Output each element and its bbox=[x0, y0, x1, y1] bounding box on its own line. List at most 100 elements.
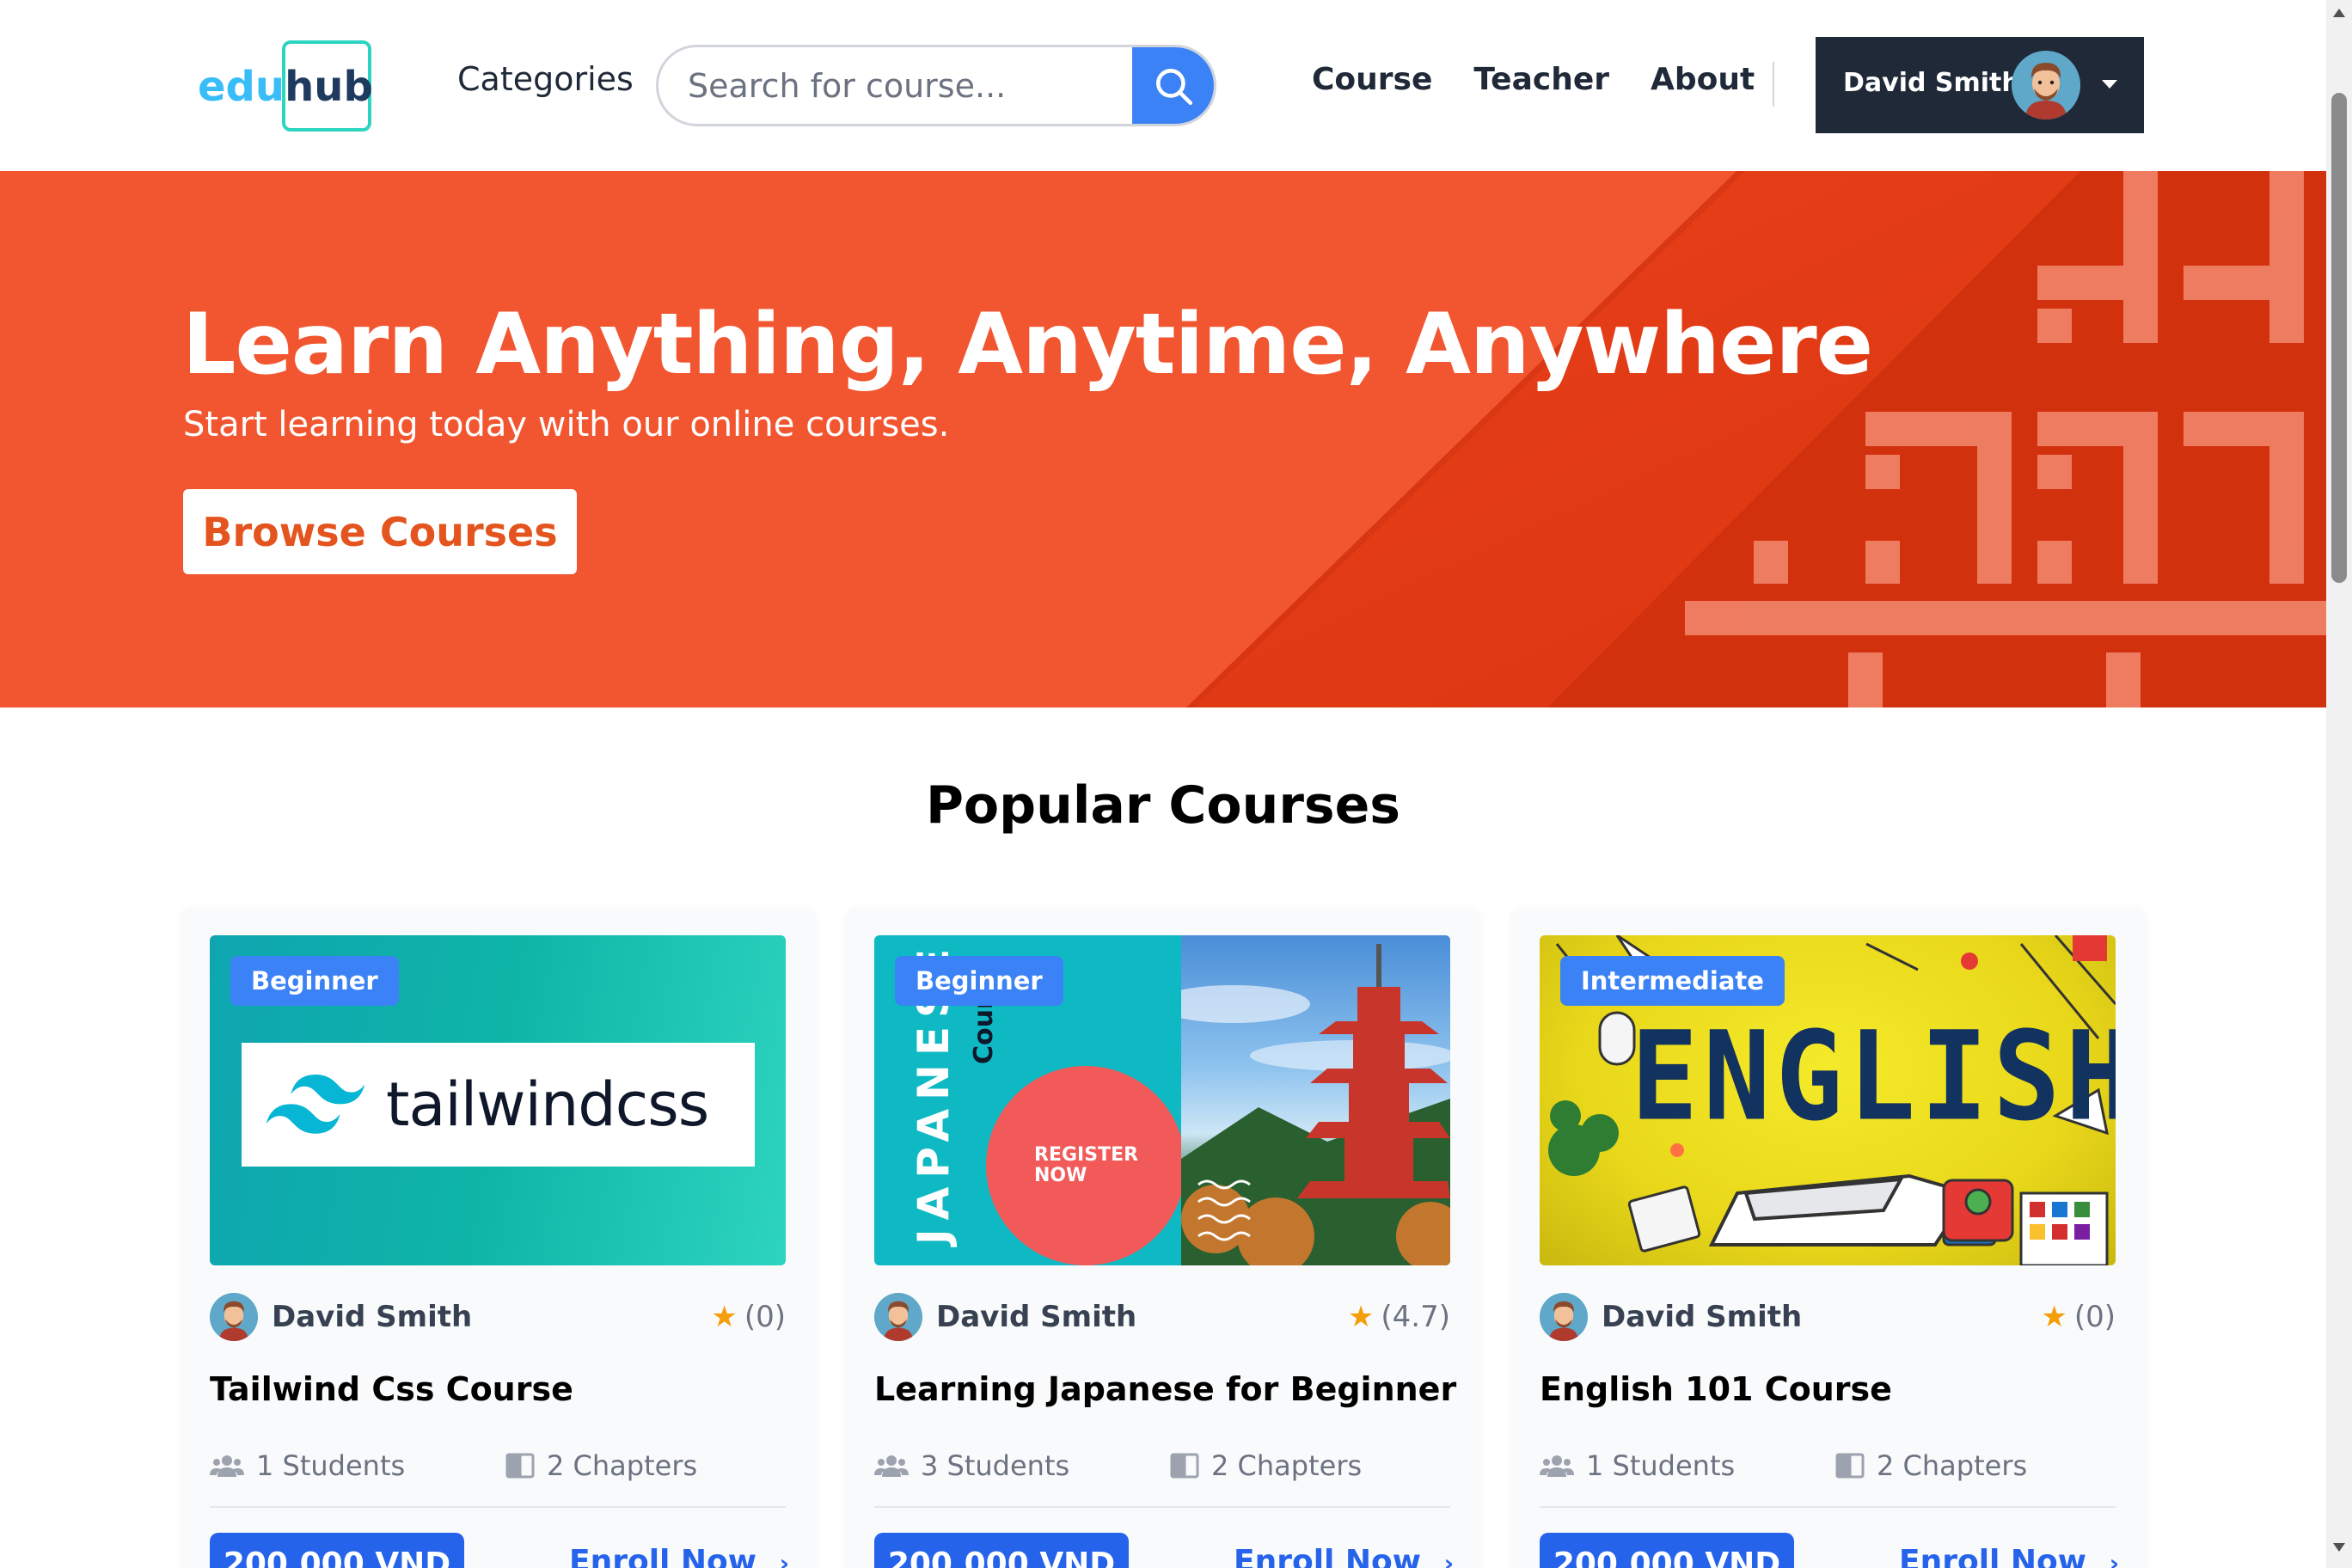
nav-teacher[interactable]: Teacher bbox=[1473, 62, 1609, 97]
search-bar bbox=[656, 45, 1216, 126]
nav-course[interactable]: Course bbox=[1312, 62, 1432, 97]
user-menu-button[interactable]: David Smith bbox=[1816, 37, 2144, 133]
author-name[interactable]: David Smith bbox=[272, 1300, 472, 1334]
book-icon bbox=[505, 1453, 535, 1479]
chapters-stat: 2 Chapters bbox=[505, 1449, 697, 1482]
search-icon bbox=[1155, 68, 1192, 105]
rating-value: (0) bbox=[744, 1300, 786, 1334]
price-badge: 200.000 VND bbox=[210, 1533, 464, 1568]
hero-title: Learn Anything, Anytime, Anywhere bbox=[182, 296, 1873, 394]
logo-hub: hub bbox=[285, 63, 373, 111]
course-title[interactable]: English 101 Course bbox=[1540, 1370, 1892, 1408]
students-stat: 3 Students bbox=[874, 1449, 1069, 1482]
page: eduhub Categories Course Teacher About D… bbox=[0, 0, 2352, 1568]
book-icon bbox=[1835, 1453, 1865, 1479]
enroll-label: Enroll Now bbox=[569, 1544, 757, 1568]
chevron-right-icon: › bbox=[779, 1549, 790, 1568]
book-icon bbox=[1170, 1453, 1199, 1479]
course-thumbnail[interactable]: Beginner JAPANESE Cour REGISTER NOW bbox=[874, 935, 1450, 1265]
categories-menu[interactable]: Categories bbox=[457, 60, 634, 98]
course-title[interactable]: Tailwind Css Course bbox=[210, 1370, 573, 1408]
course-stats: 1 Students 2 Chapters bbox=[210, 1446, 786, 1489]
star-icon: ★ bbox=[1347, 1300, 1375, 1334]
students-count: 1 Students bbox=[1586, 1449, 1736, 1482]
avatar bbox=[2012, 51, 2080, 119]
logo[interactable]: eduhub bbox=[198, 40, 373, 132]
scroll-thumb[interactable] bbox=[2331, 93, 2347, 583]
level-badge: Intermediate bbox=[1560, 956, 1785, 1006]
hero-subtitle: Start learning today with our online cou… bbox=[183, 405, 950, 444]
section-title: Popular Courses bbox=[925, 775, 1401, 836]
level-badge: Beginner bbox=[895, 956, 1063, 1006]
rating: ★ (4.7) bbox=[1348, 1300, 1450, 1334]
avatar bbox=[874, 1293, 922, 1341]
chapters-stat: 2 Chapters bbox=[1170, 1449, 1362, 1482]
chapters-count: 2 Chapters bbox=[1877, 1449, 2028, 1482]
enroll-now-link[interactable]: Enroll Now › bbox=[569, 1544, 789, 1568]
rating: ★ (0) bbox=[711, 1300, 786, 1334]
card-divider bbox=[874, 1506, 1450, 1508]
chapters-count: 2 Chapters bbox=[547, 1449, 698, 1482]
card-meta: David Smith ★ (0) bbox=[210, 1291, 786, 1343]
course-card[interactable]: Intermediate ENGLISH David Smith ★ (0) E… bbox=[1512, 910, 2145, 1568]
students-stat: 1 Students bbox=[210, 1449, 405, 1482]
star-icon: ★ bbox=[711, 1300, 738, 1334]
register-circle: REGISTER NOW bbox=[986, 1066, 1185, 1265]
hero-banner: Learn Anything, Anytime, Anywhere Start … bbox=[0, 171, 2326, 707]
logo-text: eduhub bbox=[198, 61, 373, 111]
students-stat: 1 Students bbox=[1540, 1449, 1735, 1482]
course-title[interactable]: Learning Japanese for Beginner bbox=[874, 1370, 1456, 1408]
author-name[interactable]: David Smith bbox=[1602, 1300, 1802, 1334]
level-badge: Beginner bbox=[230, 956, 399, 1006]
star-icon: ★ bbox=[2041, 1300, 2067, 1334]
card-divider bbox=[1540, 1506, 2116, 1508]
page-scrollbar[interactable] bbox=[2326, 0, 2352, 1568]
users-icon bbox=[210, 1455, 244, 1477]
scroll-down-icon[interactable] bbox=[2333, 1543, 2345, 1552]
card-meta: David Smith ★ (0) bbox=[1540, 1291, 2116, 1343]
course-stats: 1 Students 2 Chapters bbox=[1540, 1446, 2116, 1489]
top-navbar: eduhub Categories Course Teacher About D… bbox=[0, 0, 2326, 171]
scroll-up-icon[interactable] bbox=[2333, 9, 2345, 17]
course-thumbnail[interactable]: Intermediate ENGLISH bbox=[1540, 935, 2116, 1265]
students-count: 3 Students bbox=[921, 1449, 1070, 1482]
avatar bbox=[1540, 1293, 1588, 1341]
course-card[interactable]: Beginner tailwindcss David Smith ★ (0) Ta… bbox=[182, 910, 815, 1568]
logo-edu: edu bbox=[198, 63, 285, 111]
thumbnail-text: tailwindcss bbox=[386, 1069, 709, 1140]
enroll-label: Enroll Now bbox=[1899, 1544, 2087, 1568]
enroll-now-link[interactable]: Enroll Now › bbox=[1234, 1544, 1454, 1568]
course-thumbnail[interactable]: Beginner tailwindcss bbox=[210, 935, 786, 1265]
main-nav: Course Teacher About bbox=[1312, 62, 1755, 97]
search-button[interactable] bbox=[1132, 47, 1214, 124]
users-icon bbox=[1540, 1455, 1574, 1477]
students-count: 1 Students bbox=[256, 1449, 406, 1482]
author-name[interactable]: David Smith bbox=[936, 1300, 1136, 1334]
nav-about[interactable]: About bbox=[1651, 62, 1755, 97]
chapters-stat: 2 Chapters bbox=[1835, 1449, 2027, 1482]
enroll-label: Enroll Now bbox=[1234, 1544, 1422, 1568]
chevron-right-icon: › bbox=[2109, 1549, 2120, 1568]
search-input[interactable] bbox=[658, 47, 1132, 124]
rating: ★ (0) bbox=[2041, 1300, 2116, 1334]
nav-divider bbox=[1773, 62, 1774, 107]
chevron-down-icon bbox=[2102, 80, 2117, 89]
chevron-right-icon: › bbox=[1443, 1549, 1455, 1568]
card-divider bbox=[210, 1506, 786, 1508]
chapters-count: 2 Chapters bbox=[1211, 1449, 1363, 1482]
browse-courses-button[interactable]: Browse Courses bbox=[183, 489, 577, 574]
thumbnail-vertical-text-2: Cour bbox=[969, 996, 999, 1064]
thumbnail-title: ENGLISH bbox=[1631, 1004, 2116, 1148]
avatar bbox=[210, 1293, 258, 1341]
pagoda-photo bbox=[1181, 935, 1450, 1265]
price-badge: 200.000 VND bbox=[874, 1533, 1129, 1568]
register-text: REGISTER NOW bbox=[1034, 1144, 1139, 1186]
course-card[interactable]: Beginner JAPANESE Cour REGISTER NOW Davi… bbox=[847, 910, 1479, 1568]
users-icon bbox=[874, 1455, 909, 1477]
price-badge: 200.000 VND bbox=[1540, 1533, 1794, 1568]
user-name: David Smith bbox=[1843, 68, 2020, 98]
tailwind-logo-icon bbox=[266, 1075, 365, 1134]
thumbnail-logo-panel: tailwindcss bbox=[242, 1043, 755, 1167]
enroll-now-link[interactable]: Enroll Now › bbox=[1899, 1544, 2119, 1568]
card-meta: David Smith ★ (4.7) bbox=[874, 1291, 1450, 1343]
